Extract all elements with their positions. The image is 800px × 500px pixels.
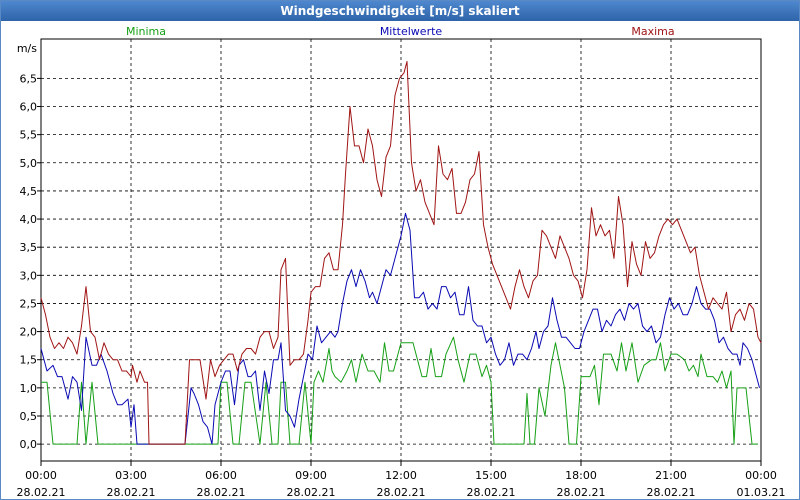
y-tick-label: 2,5 <box>20 297 38 310</box>
x-tick-time: 00:00 <box>25 469 57 482</box>
y-tick-label: 1,5 <box>20 354 38 367</box>
x-tick-time: 03:00 <box>115 469 147 482</box>
x-tick-time: 15:00 <box>475 469 507 482</box>
chart-window: Windgeschwindigkeit [m/s] skaliert 0,0 0,… <box>0 0 800 500</box>
legend: Minima Mittelwerte Maxima <box>126 25 675 38</box>
y-tick-label: 4,0 <box>20 213 38 226</box>
y-tick-label: 2,0 <box>20 326 38 339</box>
x-tick-time: 18:00 <box>565 469 597 482</box>
y-tick-label: 0,0 <box>20 438 38 451</box>
x-tick-time: 21:00 <box>655 469 687 482</box>
y-tick-label: 3,0 <box>20 269 38 282</box>
y-tick-label: 6,0 <box>20 101 38 114</box>
legend-entry-minima: Minima <box>126 25 166 38</box>
x-tick-date: 01.03.21 <box>737 486 786 499</box>
grid <box>41 39 761 461</box>
x-tick-date: 28.02.21 <box>107 486 156 499</box>
y-tick-label: 6,5 <box>20 72 38 85</box>
x-tick-date: 28.02.21 <box>377 486 426 499</box>
y-tick-label: 3,5 <box>20 241 38 254</box>
x-tick-time: 12:00 <box>385 469 417 482</box>
series-line-mittelwerte <box>40 212 760 445</box>
x-tick-date: 28.02.21 <box>17 486 66 499</box>
x-tick-time: 09:00 <box>295 469 327 482</box>
x-tick-date: 28.02.21 <box>197 486 246 499</box>
x-tick-date: 28.02.21 <box>287 486 336 499</box>
x-tick-date: 28.02.21 <box>467 486 516 499</box>
legend-entry-maxima: Maxima <box>631 25 674 38</box>
y-tick-label: 0,5 <box>20 410 38 423</box>
x-tick-time: 06:00 <box>205 469 237 482</box>
y-axis-label: m/s <box>17 42 37 55</box>
y-tick-label: 5,5 <box>20 129 38 142</box>
y-tick-label: 1,0 <box>20 382 38 395</box>
x-tick-time: 00:00 <box>745 469 777 482</box>
y-tick-label: 4,5 <box>20 185 38 198</box>
wind-speed-chart: 0,0 0,5 1,0 1,5 2,0 2,5 3,0 3,5 4,0 4,5 5,0 5,5 6,0 6… <box>17 25 786 499</box>
x-tick-date: 28.02.21 <box>647 486 696 499</box>
x-tick-date: 28.02.21 <box>557 486 606 499</box>
y-tick-label: 5,0 <box>20 157 38 170</box>
legend-entry-mittelwerte: Mittelwerte <box>380 25 443 38</box>
window-title: Windgeschwindigkeit [m/s] skaliert <box>1 1 799 21</box>
